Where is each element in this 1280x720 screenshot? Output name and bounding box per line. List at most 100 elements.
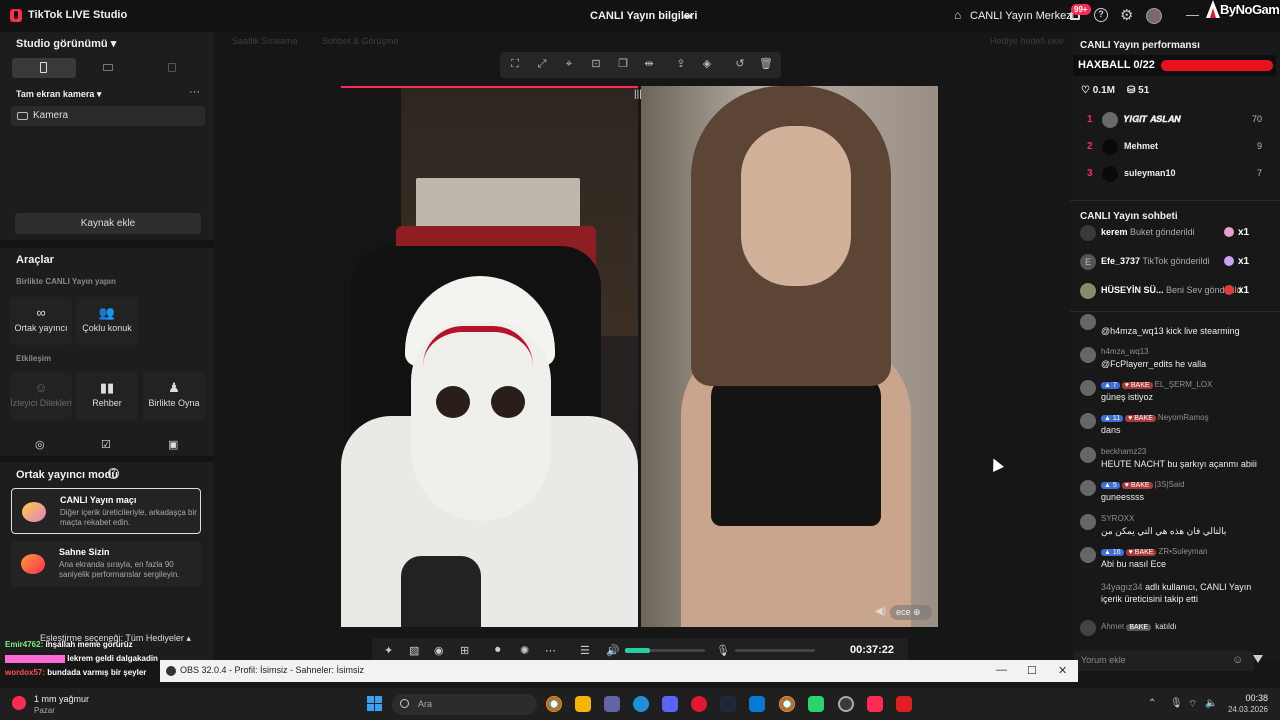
live-match-card[interactable]: CANLI Yayın maçı Diğer içerik üreticiler…: [11, 488, 201, 534]
taskbar-clock[interactable]: 00:38 24.03.2026: [1220, 693, 1268, 714]
record-icon[interactable]: ⏺: [495, 644, 501, 657]
microphone-icon[interactable]: 🎙: [716, 644, 730, 657]
tool-label: İzleyici Dilekleri: [10, 398, 72, 408]
obs-icon[interactable]: [838, 696, 854, 712]
speaker-icon[interactable]: ◀): [875, 606, 886, 617]
sliders-icon[interactable]: ☰: [580, 644, 590, 657]
chat-message[interactable]: ▲ 7 ♥ BAKE EL_ŞERM_LOX güneş istiyoz: [1080, 380, 1270, 408]
chat-message[interactable]: ▲ 16 ♥ BAKE ZR•Suleyman Abi bu nasıl Ece: [1080, 547, 1270, 575]
crop-icon[interactable]: ⊡: [589, 57, 603, 71]
layers-icon[interactable]: ◈: [700, 57, 714, 71]
minimize-icon[interactable]: —: [996, 664, 1007, 676]
edge-icon[interactable]: [633, 696, 649, 712]
share-icon[interactable]: ➦: [683, 9, 693, 23]
fullscreen-icon[interactable]: ⛶: [508, 57, 522, 71]
effects-icon[interactable]: ▧: [409, 644, 419, 657]
studio-view-dropdown[interactable]: Studio görünümü ▾: [16, 37, 116, 50]
speaker-tray-icon[interactable]: 🔈: [1205, 698, 1217, 709]
file-explorer-icon[interactable]: [575, 696, 591, 712]
live-info-title[interactable]: CANLI Yayın bilgileri: [590, 10, 697, 22]
opera-icon[interactable]: [691, 696, 707, 712]
weather-widget[interactable]: 1 mm yağmur Pazar: [12, 694, 89, 715]
chat-message[interactable]: beckhamz23 HEUTE NACHT bu şarkıyı açanmı …: [1080, 447, 1270, 475]
chat-message[interactable]: ▲ 5 ♥ BAKE |3S|Said guneessss: [1080, 480, 1270, 508]
teams-icon[interactable]: [604, 696, 620, 712]
guest-video[interactable]: [641, 86, 938, 627]
box-icon[interactable]: ▣: [168, 438, 178, 451]
youtube-icon[interactable]: [896, 696, 912, 712]
chat-username: ▲ 16 ♥ BAKE ZR•Suleyman: [1101, 547, 1208, 556]
tool-cohost[interactable]: ∞ Ortak yayıncı: [10, 297, 72, 345]
watermark-logo: ByNoGame: [1206, 0, 1280, 22]
add-source-button[interactable]: Kaynak ekle: [15, 213, 201, 234]
chat-message[interactable]: ▲ 11 ♥ BAKE NeyomRamoş dans: [1080, 413, 1270, 441]
users-icon: 👥: [98, 305, 116, 320]
gift-count: x1: [1238, 227, 1250, 238]
rotate-icon[interactable]: ↺: [733, 57, 747, 71]
guest-name-tag[interactable]: ece ⊕: [890, 605, 932, 620]
home-icon[interactable]: ⌂: [954, 8, 961, 22]
taskbar-search[interactable]: Ara: [392, 694, 537, 715]
mic-slider[interactable]: [735, 649, 815, 652]
chrome-alt-icon[interactable]: [779, 696, 795, 712]
ranking-row[interactable]: 1 𝒀𝑰𝑮̆𝑰𝑻 𝑨𝑺𝑳𝑨𝑵 70: [1080, 110, 1262, 132]
filter-icon[interactable]: ◉: [434, 644, 444, 657]
center-icon[interactable]: ⌖: [562, 57, 576, 71]
chat-text: guneessss: [1101, 492, 1145, 502]
tray-chevron-icon[interactable]: ⌃: [1148, 698, 1156, 709]
avatar: [1080, 283, 1096, 299]
resize-icon[interactable]: ⤢: [535, 57, 549, 71]
mail-icon[interactable]: [749, 696, 765, 712]
tool-guide[interactable]: ▮▮ Rehber: [76, 372, 138, 420]
scene-toolbar: ⛶ ⤢ ⌖ ⊡ ❐ ⇹ ⇪ ◈ ↺ 🗑: [500, 52, 781, 78]
checklist-icon[interactable]: ☑: [101, 438, 111, 451]
emoji-icon[interactable]: ☺: [1232, 654, 1243, 666]
copy-icon[interactable]: ❐: [616, 57, 630, 71]
ranking-row[interactable]: 2 Mehmet 9: [1080, 137, 1262, 159]
volume-icon[interactable]: 🔊: [606, 644, 620, 657]
avatar[interactable]: [1146, 8, 1162, 24]
help-icon[interactable]: ?: [1094, 8, 1108, 22]
tiktok-icon[interactable]: [867, 696, 883, 712]
tool-play-together[interactable]: ♟ Birlikte Oyna: [143, 372, 205, 420]
maximize-icon[interactable]: ☐: [1027, 664, 1037, 677]
send-icon[interactable]: [1253, 655, 1263, 663]
close-icon[interactable]: ✕: [1058, 664, 1067, 677]
target-icon[interactable]: ◎: [35, 438, 45, 451]
live-center-link[interactable]: CANLI Yayın Merkezi: [970, 10, 1074, 22]
wifi-icon[interactable]: ⌔: [1188, 698, 1197, 711]
settings-wheel-icon[interactable]: ✺: [520, 644, 529, 657]
more-icon[interactable]: ⋯: [545, 644, 556, 657]
steam-icon[interactable]: [720, 696, 736, 712]
info-icon[interactable]: ?: [108, 468, 119, 479]
gear-icon[interactable]: ⚙: [1120, 6, 1133, 24]
chrome-icon[interactable]: [546, 696, 562, 712]
layer-up-icon[interactable]: ⇪: [674, 57, 688, 71]
discord-icon[interactable]: [662, 696, 678, 712]
comment-placeholder: Yorum ekle: [1081, 655, 1126, 665]
flip-icon[interactable]: ⇹: [642, 57, 656, 71]
game-icon[interactable]: [808, 696, 824, 712]
windows-start-icon[interactable]: [367, 696, 383, 712]
comment-input[interactable]: Yorum ekle ☺: [1074, 651, 1254, 671]
landscape-layout-button[interactable]: [76, 58, 140, 78]
camera-scene-dropdown[interactable]: Tam ekran kamera ▾: [16, 89, 101, 100]
ranking-row[interactable]: 3 suleyman10 7: [1080, 164, 1262, 186]
obs-window-bar[interactable]: OBS 32.0.4 - Profil: İsimsiz - Sahneler:…: [160, 660, 1078, 682]
chat-message[interactable]: SYROXX بالتالي فان هذه هي التي يمكن من: [1080, 514, 1270, 542]
dual-layout-button[interactable]: [140, 58, 204, 78]
stage-yours-card[interactable]: Sahne Sizin Ana ekranda sırayla, en fazl…: [11, 541, 201, 587]
source-camera[interactable]: Kamera: [11, 106, 205, 126]
more-icon[interactable]: ···: [189, 86, 200, 98]
host-video[interactable]: [341, 86, 638, 627]
magic-icon[interactable]: ✦: [384, 644, 393, 657]
trash-icon[interactable]: 🗑: [759, 57, 773, 71]
gift-goal: Hediye hedefi ekle: [990, 36, 1065, 46]
minimize-icon[interactable]: —: [1186, 7, 1199, 22]
tool-multi-guest[interactable]: 👥 Çoklu konuk: [76, 297, 138, 345]
mic-tray-icon[interactable]: 🎙: [1170, 698, 1183, 709]
chat-message[interactable]: @h4mza_wq13 kick live stearming: [1080, 314, 1270, 342]
add-icon[interactable]: ⊞: [460, 644, 469, 657]
chat-message[interactable]: h4mza_wq13 @FcPlayerr_edits he valla: [1080, 347, 1270, 375]
portrait-layout-button[interactable]: [12, 58, 76, 78]
